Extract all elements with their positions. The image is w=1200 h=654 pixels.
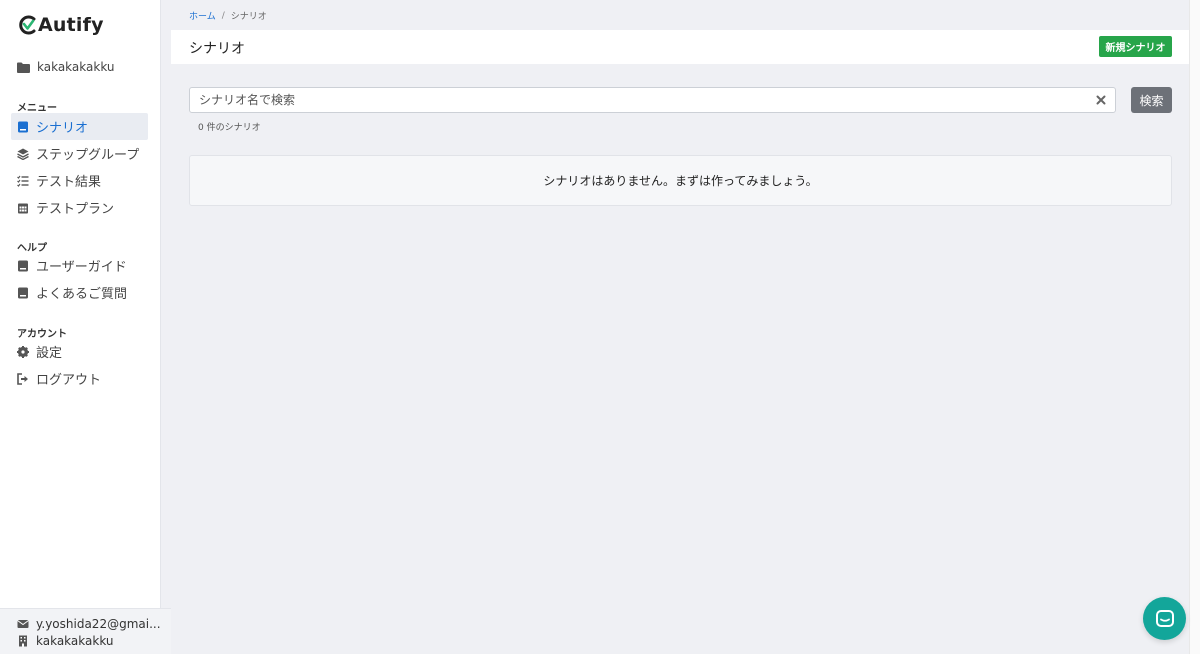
brand-name: Autify [38, 14, 104, 36]
building-icon [19, 635, 27, 647]
sidebar-item-label: ログアウト [36, 373, 102, 388]
empty-state-message: シナリオはありません。まずは作ってみましょう。 [543, 174, 818, 188]
breadcrumb-home-link[interactable]: ホーム [189, 9, 216, 22]
page-header: シナリオ 新規シナリオ [171, 30, 1189, 64]
sidebar-item-step-group[interactable]: ステップグループ [11, 140, 148, 167]
organization-name: kakakakakku [36, 634, 114, 648]
organization-row[interactable]: kakakakakku [17, 634, 114, 648]
chat-support-button[interactable] [1143, 597, 1186, 640]
sidebar-item-label: ユーザーガイド [36, 260, 127, 275]
book-icon [17, 260, 29, 272]
sidebar-item-label: テストプラン [36, 202, 115, 217]
empty-state-card: シナリオはありません。まずは作ってみましょう。 [189, 155, 1172, 206]
book-icon [17, 121, 29, 133]
workspace-selector[interactable]: kakakakakku [17, 60, 115, 74]
calendar-icon [17, 202, 29, 214]
clear-icon[interactable] [1095, 94, 1107, 106]
sidebar-item-label: ステップグループ [36, 148, 140, 163]
sidebar-item-label: よくあるご質問 [36, 287, 128, 302]
sidebar: Autify kakakakakku メニュー シナリオ ステップグループ テス… [0, 0, 161, 654]
page-scrollbar[interactable] [1189, 0, 1200, 654]
chat-icon [1155, 609, 1174, 627]
layers-icon [17, 148, 29, 160]
menu-section-label: メニュー [17, 103, 57, 114]
sidebar-item-test-plan[interactable]: テストプラン [11, 194, 148, 221]
sidebar-item-logout[interactable]: ログアウト [11, 365, 148, 392]
sidebar-item-test-results[interactable]: テスト結果 [11, 167, 148, 194]
breadcrumb: ホーム / シナリオ [189, 9, 267, 23]
breadcrumb-current: シナリオ [230, 12, 267, 22]
sign-out-icon [17, 372, 29, 385]
search-button[interactable]: 検索 [1131, 87, 1172, 113]
user-email-row[interactable]: y.yoshida22@gmai... [17, 617, 161, 631]
book-icon [17, 287, 29, 299]
sidebar-item-label: 設定 [36, 346, 63, 361]
page-title: シナリオ [189, 41, 245, 57]
sidebar-item-user-guide[interactable]: ユーザーガイド [11, 252, 148, 279]
result-count: 0 件のシナリオ [198, 123, 261, 133]
autify-logo-icon [19, 15, 36, 35]
sidebar-footer: y.yoshida22@gmai... kakakakakku [0, 608, 171, 654]
workspace-name: kakakakakku [37, 60, 115, 74]
autify-logo[interactable]: Autify [17, 14, 104, 36]
search-box [189, 87, 1116, 113]
folder-icon [17, 62, 30, 73]
sidebar-item-settings[interactable]: 設定 [11, 338, 148, 365]
breadcrumb-separator: / [221, 10, 225, 21]
gear-icon [17, 345, 29, 358]
envelope-icon [17, 620, 29, 628]
sidebar-item-faq[interactable]: よくあるご質問 [11, 279, 148, 306]
sidebar-item-label: シナリオ [36, 121, 89, 136]
user-email: y.yoshida22@gmai... [36, 617, 161, 631]
search-input[interactable] [199, 88, 1079, 112]
sidebar-item-scenario[interactable]: シナリオ [11, 113, 148, 140]
list-check-icon [17, 175, 29, 187]
sidebar-item-label: テスト結果 [36, 175, 102, 190]
new-scenario-button[interactable]: 新規シナリオ [1099, 36, 1172, 57]
